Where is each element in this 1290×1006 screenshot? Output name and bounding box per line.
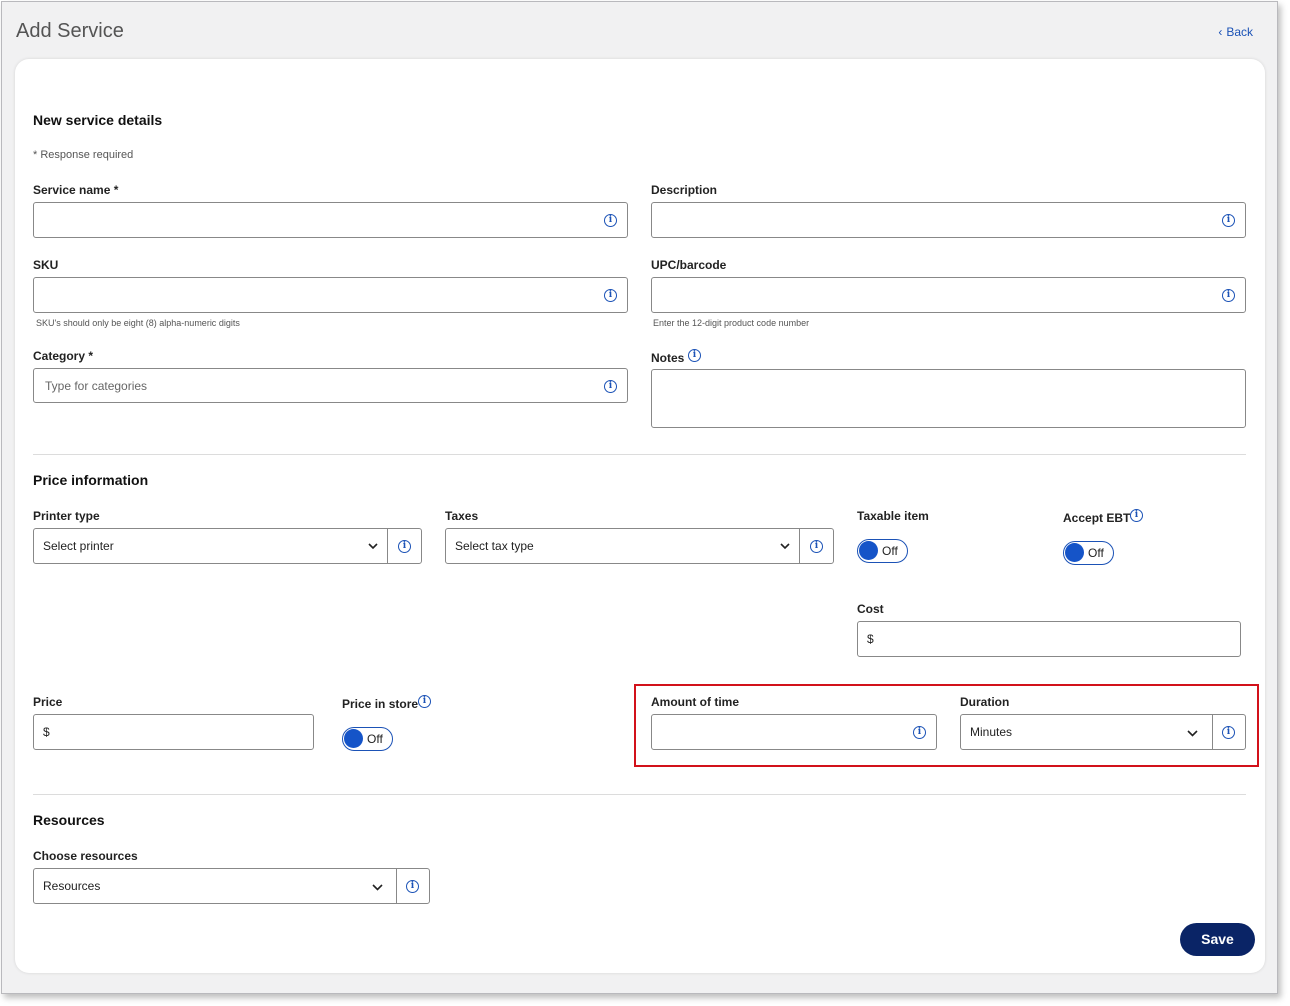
- select-divider: [387, 529, 388, 563]
- toggle-state: Off: [882, 544, 898, 558]
- service-name-input[interactable]: i: [33, 202, 628, 238]
- choose-resources-label: Choose resources: [33, 849, 138, 863]
- printer-type-label: Printer type: [33, 509, 100, 523]
- section-heading-price: Price information: [33, 472, 149, 488]
- info-icon[interactable]: i: [1130, 509, 1143, 522]
- save-button[interactable]: Save: [1180, 923, 1255, 956]
- section-divider: [33, 454, 1246, 455]
- taxes-value: Select tax type: [455, 539, 534, 553]
- upc-input[interactable]: i: [651, 277, 1246, 313]
- sku-label: SKU: [33, 258, 59, 272]
- info-icon[interactable]: i: [604, 380, 617, 393]
- chevron-down-icon: [372, 884, 383, 891]
- chevron-down-icon: [368, 543, 378, 550]
- notes-textarea[interactable]: [651, 369, 1246, 428]
- info-icon[interactable]: i: [688, 349, 701, 362]
- select-divider: [396, 869, 397, 903]
- info-icon[interactable]: i: [406, 880, 419, 893]
- resources-value: Resources: [43, 879, 101, 893]
- service-name-label: Service name *: [33, 183, 119, 197]
- form-card: New service details * Response required …: [15, 59, 1265, 973]
- price-input[interactable]: $: [33, 714, 314, 750]
- price-prefix: $: [43, 725, 50, 739]
- taxable-item-toggle[interactable]: Off: [857, 539, 908, 563]
- category-placeholder: Type for categories: [45, 379, 148, 393]
- toggle-state: Off: [367, 732, 383, 746]
- accept-ebt-toggle[interactable]: Off: [1063, 541, 1114, 565]
- taxable-item-label: Taxable item: [857, 509, 929, 523]
- section-divider: [33, 794, 1246, 795]
- taxes-select[interactable]: Select tax type i: [445, 528, 834, 564]
- back-link[interactable]: ‹ Back: [1218, 25, 1253, 39]
- app-window: Add Service ‹ Back New service details *…: [1, 1, 1278, 994]
- printer-type-value: Select printer: [43, 539, 114, 553]
- section-heading-resources: Resources: [33, 812, 105, 828]
- toggle-knob: [344, 729, 363, 748]
- description-input[interactable]: i: [651, 202, 1246, 238]
- accept-ebt-label: Accept EBT: [1063, 511, 1131, 525]
- upc-hint: Enter the 12-digit product code number: [653, 318, 810, 328]
- page-title: Add Service: [16, 20, 124, 42]
- notes-label: Notes: [651, 351, 685, 365]
- toggle-state: Off: [1088, 546, 1104, 560]
- printer-type-select[interactable]: Select printer i: [33, 528, 422, 564]
- toggle-knob: [859, 541, 878, 560]
- taxes-label: Taxes: [445, 509, 479, 523]
- price-in-store-toggle[interactable]: Off: [342, 727, 393, 751]
- resources-select[interactable]: Resources i: [33, 868, 430, 904]
- description-label: Description: [651, 183, 718, 197]
- info-icon[interactable]: i: [418, 695, 431, 708]
- price-in-store-label: Price in store: [342, 697, 419, 711]
- cost-label: Cost: [857, 602, 884, 616]
- info-icon[interactable]: i: [604, 214, 617, 227]
- category-input[interactable]: Type for categories i: [33, 368, 628, 403]
- cost-prefix: $: [867, 632, 874, 646]
- select-divider: [799, 529, 800, 563]
- upc-label: UPC/barcode: [651, 258, 727, 272]
- price-label: Price: [33, 695, 63, 709]
- back-label: Back: [1226, 25, 1253, 39]
- cost-input[interactable]: $: [857, 621, 1241, 657]
- toggle-knob: [1065, 543, 1084, 562]
- section-heading-details: New service details: [33, 112, 163, 128]
- sku-hint: SKU's should only be eight (8) alpha-num…: [36, 318, 240, 328]
- chevron-left-icon: ‹: [1218, 25, 1223, 39]
- required-note: * Response required: [33, 149, 134, 161]
- chevron-down-icon: [780, 543, 790, 550]
- highlight-box: [634, 684, 1259, 767]
- info-icon[interactable]: i: [1222, 289, 1235, 302]
- info-icon[interactable]: i: [810, 540, 823, 553]
- info-icon[interactable]: i: [604, 289, 617, 302]
- sku-input[interactable]: i: [33, 277, 628, 313]
- info-icon[interactable]: i: [398, 540, 411, 553]
- info-icon[interactable]: i: [1222, 214, 1235, 227]
- category-label: Category *: [33, 349, 94, 363]
